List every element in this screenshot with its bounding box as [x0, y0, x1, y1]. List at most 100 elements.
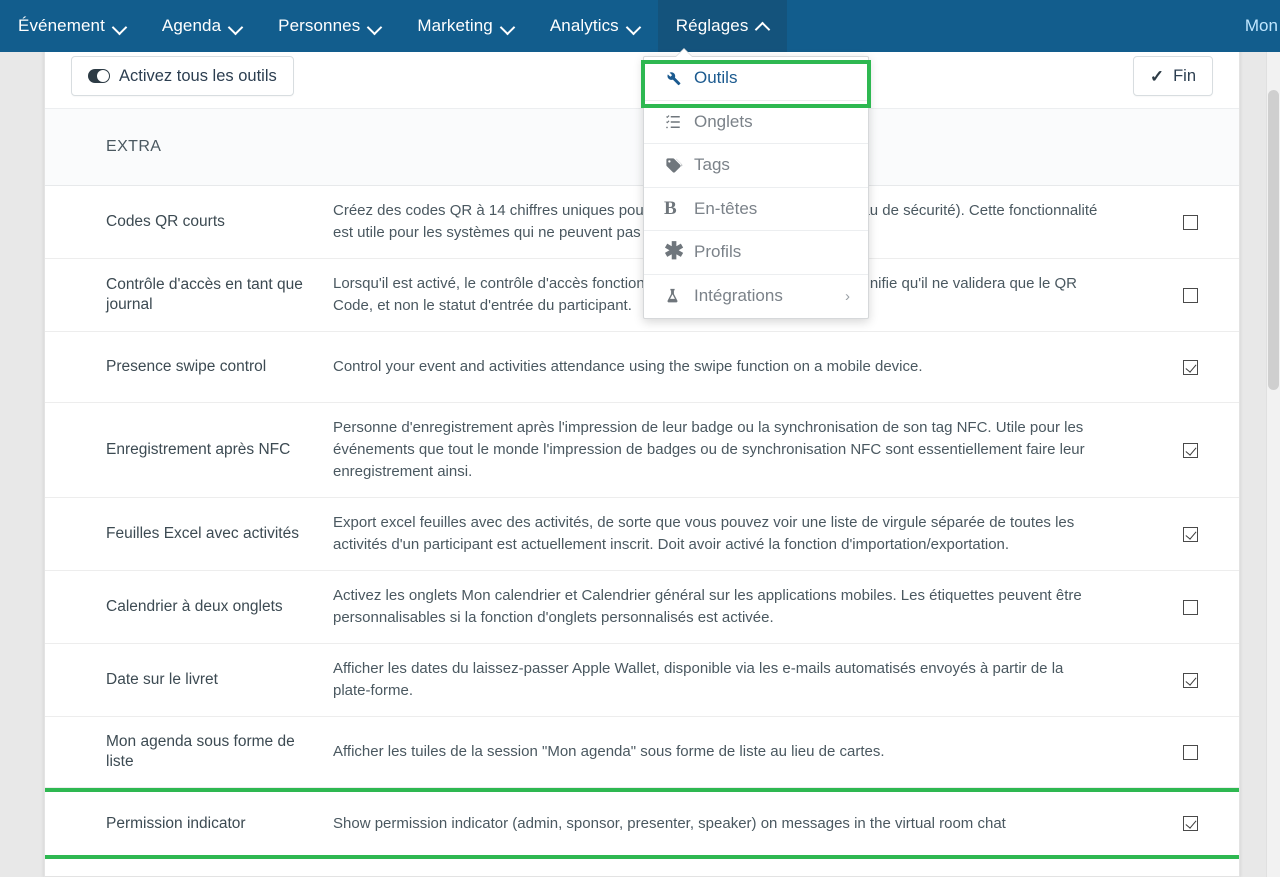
nav-item-personnes[interactable]: Personnes: [260, 0, 399, 52]
list-check-icon: [664, 113, 694, 131]
done-button[interactable]: ✓ Fin: [1132, 56, 1213, 96]
tool-name: Permission indicator: [106, 814, 246, 832]
tool-description: Personne d'enregistrement après l'impres…: [333, 419, 1085, 480]
table-row: Date sur le livret Afficher les dates du …: [45, 644, 1239, 717]
page-scrollbar-thumb[interactable]: [1268, 90, 1279, 390]
panel-toolbar: Activez tous les outils ✓ Fin: [45, 44, 1239, 108]
tool-description: Activez les onglets Mon calendrier et Ca…: [333, 587, 1082, 626]
table-row: Codes QR courts Créez des codes QR à 14 c…: [45, 186, 1239, 259]
tool-name-cell: Presence swipe control: [45, 357, 333, 377]
dropdown-item-label: Intégrations: [694, 286, 783, 306]
dropdown-item-profils[interactable]: ✱ Profils: [644, 231, 868, 275]
nav-item-label: Agenda: [161, 16, 222, 35]
nav-item-label: Réglages: [675, 16, 749, 35]
tool-checkbox-cell: [1139, 744, 1239, 760]
tool-description: Show permission indicator (admin, sponso…: [333, 814, 1006, 832]
dropdown-item-outils[interactable]: Outils: [644, 57, 868, 101]
nav-item-label: Événement: [18, 16, 105, 35]
enable-all-tools-label: Activez tous les outils: [119, 66, 277, 85]
dropdown-item-label: En-têtes: [694, 198, 758, 218]
dropdown-item-onglets[interactable]: Onglets: [644, 101, 868, 144]
tool-name-cell: Calendrier à deux onglets: [45, 597, 333, 617]
nav-item-vnement[interactable]: Événement: [0, 0, 144, 52]
tool-checkbox-cell: [1139, 816, 1239, 831]
app-root: Faites l'envoi d'e-mails automatisés ave…: [0, 0, 1280, 877]
tool-enabled-checkbox[interactable]: [1183, 287, 1198, 303]
nav-item-label: Personnes: [278, 16, 361, 35]
nav-item-label: Marketing: [417, 16, 493, 35]
nav-user-menu[interactable]: Mon É: [1245, 16, 1280, 36]
tool-name: Codes QR courts: [106, 213, 225, 230]
asterisk-icon: ✱: [664, 238, 685, 266]
chevron-down-icon: [627, 20, 640, 33]
tool-checkbox-cell: [1139, 287, 1239, 303]
tool-checkbox-cell: [1139, 526, 1239, 542]
chevron-down-icon: [501, 20, 514, 33]
nav-item-marketing[interactable]: Marketing: [399, 0, 532, 52]
chevron-down-icon: [113, 20, 126, 33]
toggle-icon: [88, 69, 110, 83]
nav-item-analytics[interactable]: Analytics: [532, 0, 658, 52]
tool-enabled-checkbox[interactable]: [1183, 526, 1198, 542]
tool-name-cell: Date sur le livret: [45, 670, 333, 690]
table-row: Enregistrement après NFC Personne d'enreg…: [45, 403, 1239, 498]
section-header: EXTRA: [45, 108, 1239, 186]
table-row: Calendrier à deux onglets Activez les ong…: [45, 571, 1239, 644]
tool-name: Contrôle d'accès en tant que journal: [106, 276, 303, 313]
tool-checkbox-cell: [1139, 214, 1239, 230]
tool-enabled-checkbox[interactable]: [1183, 744, 1198, 760]
table-row: Websockets natifsbetaUtilisez des websoc…: [45, 859, 1239, 876]
tool-checkbox-cell: [1139, 442, 1239, 458]
tag-icon: [664, 156, 694, 175]
nav-item-rglages[interactable]: Réglages: [657, 0, 788, 52]
dropdown-item-label: Tags: [694, 155, 730, 175]
tool-name: Feuilles Excel avec activités: [106, 525, 299, 542]
dropdown-item-enttes[interactable]: B En-têtes: [644, 188, 868, 231]
tool-enabled-checkbox[interactable]: [1183, 672, 1198, 688]
chevron-down-icon: [229, 20, 242, 33]
tool-description: Afficher les dates du laissez-passer App…: [333, 660, 1064, 699]
tool-description: Export excel feuilles avec des activités…: [333, 514, 1075, 553]
tool-name: Presence swipe control: [106, 358, 267, 375]
tool-enabled-checkbox[interactable]: [1183, 599, 1198, 615]
tool-checkbox-cell: [1139, 599, 1239, 615]
bold-b-icon: B: [664, 198, 677, 220]
enable-all-tools-button[interactable]: Activez tous les outils: [71, 56, 294, 96]
tool-enabled-checkbox[interactable]: [1183, 359, 1198, 375]
dropdown-item-tags[interactable]: Tags: [644, 144, 868, 188]
chevron-up-icon: [756, 20, 769, 33]
tool-name-cell: Feuilles Excel avec activités: [45, 524, 333, 544]
tool-name-cell: Enregistrement après NFC: [45, 440, 333, 460]
tool-description: Control your event and activities attend…: [333, 358, 923, 375]
table-row: Feuilles Excel avec activités Export exce…: [45, 498, 1239, 571]
flask-icon: [664, 287, 694, 305]
tool-name-cell: Contrôle d'accès en tant que journal: [45, 275, 333, 315]
tool-enabled-checkbox[interactable]: [1183, 214, 1198, 230]
nav-item-agenda[interactable]: Agenda: [144, 0, 260, 52]
tool-name: Enregistrement après NFC: [106, 441, 291, 458]
check-icon: ✓: [1149, 66, 1165, 86]
tool-enabled-checkbox[interactable]: [1183, 816, 1198, 831]
dropdown-item-intgrations[interactable]: Intégrations ›: [644, 275, 868, 319]
tool-enabled-checkbox[interactable]: [1183, 442, 1198, 458]
table-row: Permission indicator Show permission indi…: [45, 788, 1239, 859]
tools-settings-panel: Activez tous les outils ✓ Fin EXTRA Code…: [44, 44, 1240, 877]
tool-name-cell: Codes QR courts: [45, 212, 333, 232]
section-title: EXTRA: [106, 138, 162, 155]
tool-name-cell: Permission indicator: [45, 814, 333, 834]
tool-name: Date sur le livret: [106, 671, 218, 688]
wrench-icon: [664, 69, 694, 87]
nav-item-label: Analytics: [549, 16, 619, 35]
table-row: Contrôle d'accès en tant que journal Lors…: [45, 259, 1239, 332]
dropdown-item-label: Profils: [694, 242, 742, 262]
tool-description: Afficher les tuiles de la session "Mon a…: [333, 743, 885, 760]
dropdown-item-label: Onglets: [694, 111, 753, 131]
chevron-down-icon: [368, 20, 381, 33]
chevron-right-icon: ›: [845, 287, 850, 305]
reglages-dropdown-menu: Outils Onglets Tags B En-têtes ✱ Profils Intégr…: [643, 56, 869, 319]
dropdown-item-label: Outils: [694, 68, 738, 88]
top-navigation-bar: Événement Agenda Personnes Marketing Analyti…: [0, 0, 1280, 52]
tool-name-cell: Mon agenda sous forme de liste: [45, 732, 333, 772]
tool-name: Calendrier à deux onglets: [106, 598, 283, 615]
done-label: Fin: [1173, 66, 1196, 85]
